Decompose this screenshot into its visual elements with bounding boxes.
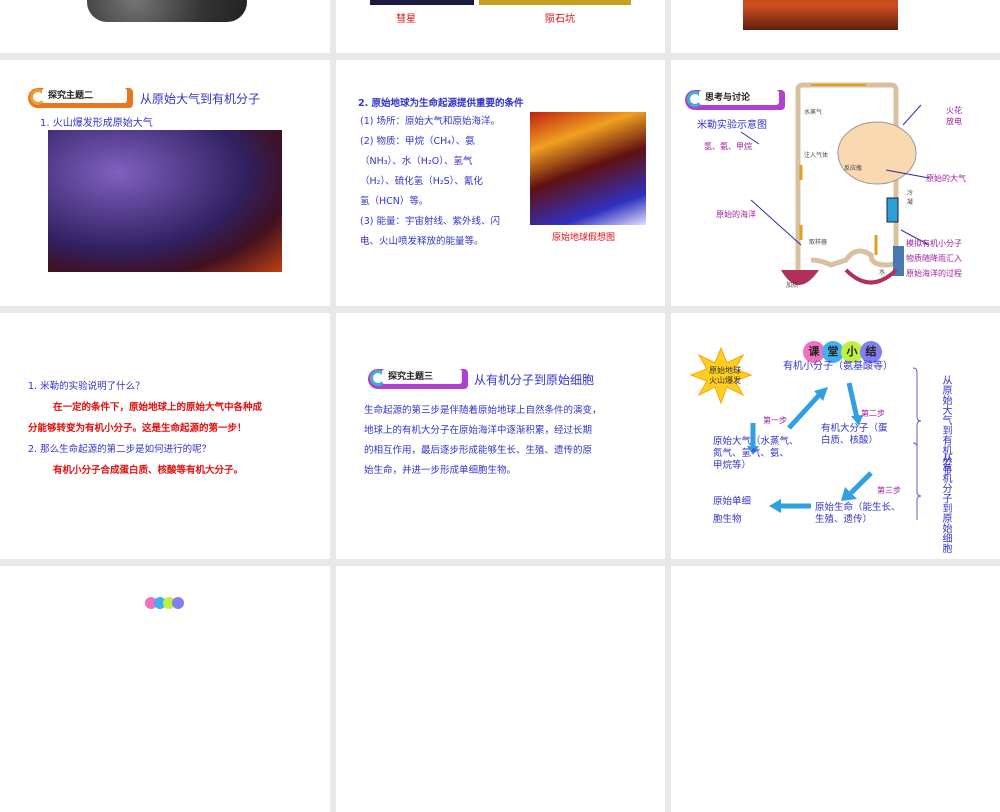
step-1: 第一步 bbox=[763, 416, 787, 425]
text-line: （NH₃）、水（H₂O）、氢气 bbox=[360, 156, 473, 167]
subtitle: 1. 火山爆发形成原始大气 bbox=[40, 118, 153, 129]
comet-image bbox=[370, 0, 474, 5]
slide-10[interactable] bbox=[0, 566, 330, 812]
ocean-label: 原始的海洋 bbox=[716, 210, 756, 219]
crater-image bbox=[479, 0, 631, 5]
brace-label-2: 从有机分子到原始细胞 bbox=[940, 453, 951, 553]
text-line: (1) 场所：原始大气和原始海洋。 bbox=[360, 116, 500, 127]
text-line: 原始海洋的过程 bbox=[906, 269, 962, 278]
unicellular: 原始单细 胞生物 bbox=[713, 496, 752, 525]
topic-badge: 探究主题二 bbox=[28, 88, 133, 108]
text-line: （H₂）、硫化氢（H₂S）、氰化 bbox=[360, 176, 483, 187]
star-label: 原始地球 火山爆发 bbox=[709, 366, 741, 385]
text-line: (2) 物质：甲烷（CH₄）、氨 bbox=[360, 136, 475, 147]
slide-5[interactable]: 2. 原始地球为生命起源提供重要的条件 (1) 场所：原始大气和原始海洋。 (2… bbox=[336, 60, 665, 306]
text-line: 生命起源的第三步是伴随着原始地球上自然条件的演变， bbox=[364, 405, 602, 416]
water-label: 水 bbox=[879, 269, 886, 276]
atmosphere-label: 原始的大气 bbox=[926, 174, 966, 183]
spark-label: 火花 放电 bbox=[946, 106, 962, 126]
answer-1: 在一定的条件下，原始地球上的原始大气中各种成 bbox=[53, 402, 263, 413]
slide-8[interactable]: 探究主题三 从有机分子到原始细胞 生命起源的第三步是伴随着原始地球上自然条件的演… bbox=[336, 313, 665, 559]
text-line: 物质随降雨汇入 bbox=[906, 254, 962, 263]
slide-9[interactable]: 课堂小结 原始地球 火山爆发 有机小分子（氨基酸等） 原始大气（水蒸气、 氮气、… bbox=[671, 313, 1000, 559]
answer-1-cont: 分能够转变为有机小分子。这是生命起源的第一步！ bbox=[28, 423, 247, 434]
sampler-label: 取样器 bbox=[809, 239, 828, 246]
text-line: 的相互作用，最后逐步形成能够生长、生殖、遗传的原 bbox=[364, 445, 593, 456]
topic-badge: 探究主题三 bbox=[368, 369, 468, 389]
macromolecules: 有机大分子（蛋 白质、核酸） bbox=[821, 423, 888, 446]
slide-7[interactable]: 1. 米勒的实验说明了什么？ 在一定的条件下，原始地球上的原始大气中各种成 分能… bbox=[0, 313, 330, 559]
body-text: 生命起源的第三步是伴随着原始地球上自然条件的演变， 地球上的有机大分子在原始海洋… bbox=[364, 401, 602, 481]
slide-heading: 2. 原始地球为生命起源提供重要的条件 bbox=[358, 98, 524, 109]
step-3: 第三步 bbox=[877, 486, 901, 495]
gases-label: 氢、氨、甲烷 bbox=[704, 142, 752, 151]
rock-image bbox=[87, 0, 247, 22]
slide-6[interactable]: 思考与讨论 米勒实验示意图 氢、氨、甲烷 火花 放电 原始的大气 原始的海洋 模… bbox=[671, 60, 1000, 306]
crater-caption: 陨石坑 bbox=[545, 14, 575, 25]
slide-title: 从原始大气到有机分子 bbox=[140, 92, 261, 106]
small-molecules: 有机小分子（氨基酸等） bbox=[783, 361, 893, 372]
text-line: (3) 能量：宇宙射线、紫外线、闪 bbox=[360, 216, 500, 227]
volcano-image bbox=[48, 130, 282, 272]
image-caption: 原始地球假想图 bbox=[552, 233, 616, 243]
slide-12[interactable] bbox=[671, 566, 1000, 812]
question-text: 1. 米勒的实验说明了什么？ 在一定的条件下，原始地球上的原始大气中各种成 分能… bbox=[28, 376, 262, 481]
slide-2[interactable]: 彗星 陨石坑 bbox=[336, 0, 665, 53]
inject-label: 注入气体 bbox=[804, 152, 829, 159]
title-balls bbox=[145, 594, 184, 613]
conditions-text: (1) 场所：原始大气和原始海洋。 (2) 物质：甲烷（CH₄）、氨 （NH₃）… bbox=[360, 112, 500, 252]
text-line: 模拟有机小分子 bbox=[906, 239, 962, 248]
primitive-life: 原始生命（能生长、 生殖、遗传） bbox=[815, 502, 901, 525]
text-line: 地球上的有机大分子在原始海洋中逐渐积累，经过长期 bbox=[364, 425, 593, 436]
slide-3[interactable] bbox=[671, 0, 1000, 53]
question-2: 2. 那么生命起源的第二步是如何进行的呢？ bbox=[28, 444, 212, 455]
lava-image bbox=[743, 0, 898, 30]
text-line: 始生命，并进一步形成单细胞生物。 bbox=[364, 465, 517, 476]
early-earth-image bbox=[530, 112, 646, 225]
model-label: 模拟有机小分子 物质随降雨汇入 原始海洋的过程 bbox=[906, 236, 962, 281]
question-1: 1. 米勒的实验说明了什么？ bbox=[28, 381, 145, 392]
text-line: 氢（HCN）等。 bbox=[360, 196, 429, 207]
answer-2: 有机小分子合成蛋白质、核酸等有机大分子。 bbox=[53, 465, 244, 476]
vapor-label: 水蒸气 bbox=[804, 109, 823, 116]
slide-4[interactable]: 探究主题二 从原始大气到有机分子 1. 火山爆发形成原始大气 bbox=[0, 60, 330, 306]
slide-title: 从有机分子到原始细胞 bbox=[474, 373, 595, 387]
slide-1[interactable] bbox=[0, 0, 330, 53]
primitive-atmosphere: 原始大气（水蒸气、 氮气、氢气、氨、 甲烷等） bbox=[713, 436, 799, 471]
comet-caption: 彗星 bbox=[396, 14, 416, 25]
condenser-label: 冷凝 bbox=[907, 190, 914, 206]
step-2: 第二步 bbox=[861, 409, 885, 418]
slide-11[interactable] bbox=[336, 566, 665, 812]
text-line: 电、火山喷发释放的能量等。 bbox=[360, 236, 484, 247]
heat-label: 加热 bbox=[786, 282, 799, 289]
flask-label: 反应瓶 bbox=[844, 165, 863, 172]
